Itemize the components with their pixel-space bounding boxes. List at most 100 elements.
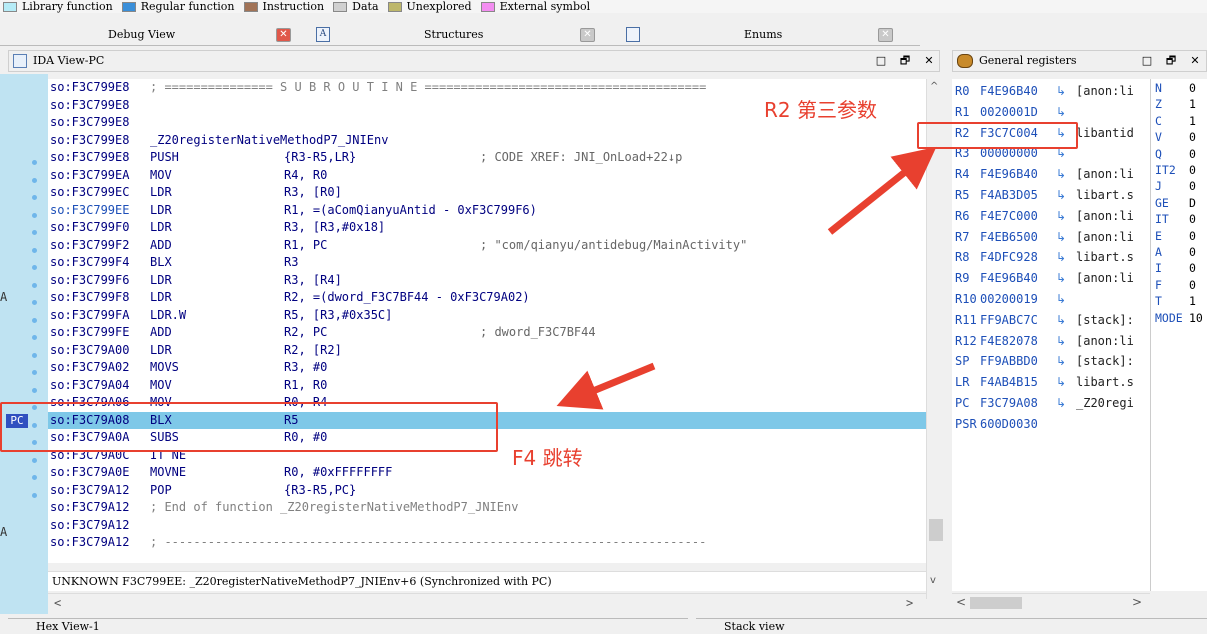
flag-row[interactable]: I0 [1151, 261, 1207, 277]
breakpoint-dot[interactable] [32, 317, 37, 323]
jump-arrow-icon[interactable]: ↳ [1056, 227, 1066, 248]
close-icon[interactable]: ✕ [580, 28, 595, 42]
jump-arrow-icon[interactable]: ↳ [1056, 81, 1066, 102]
tab-enums[interactable]: Enums ✕ [626, 24, 906, 46]
code-line[interactable]: so:F3C799F4 BLX R3 [48, 254, 926, 272]
tab-structures[interactable]: A Structures ✕ [316, 24, 606, 46]
jump-arrow-icon[interactable]: ↳ [1056, 393, 1066, 414]
scroll-left-icon[interactable]: < [54, 596, 61, 610]
code-line[interactable]: so:F3C79A12 POP {R3-R5,PC} [48, 482, 926, 500]
breakpoint-dot[interactable] [32, 387, 37, 393]
flag-row[interactable]: MODE 10 [1151, 311, 1207, 327]
register-row[interactable]: R8 F4DFC928 ↳ libart.s [952, 247, 1150, 268]
breakpoint-dot[interactable] [32, 247, 37, 253]
code-line[interactable]: so:F3C799EC LDR R3, [R0] [48, 184, 926, 202]
code-line[interactable]: so:F3C79A02 MOVS R3, #0 [48, 359, 926, 377]
jump-arrow-icon[interactable]: ↳ [1056, 247, 1066, 268]
float-icon[interactable]: 🗗 [897, 51, 913, 71]
code-line[interactable]: so:F3C799E8 PUSH {R3-R5,LR} ; CODE XREF: JN… [48, 149, 926, 167]
register-row[interactable]: R4 F4E96B40 ↳ [anon:li [952, 164, 1150, 185]
restore-icon[interactable]: □ [873, 51, 889, 71]
breakpoint-dot[interactable] [32, 160, 37, 165]
disassembly-listing[interactable]: so:F3C799E8 ; =============== S U B R O U… [48, 79, 926, 563]
code-line[interactable]: so:F3C799F2 ADD R1, PC ; "com/qianyu/antide… [48, 237, 926, 255]
flag-row[interactable]: GE D [1151, 196, 1207, 212]
register-row[interactable]: R11 FF9ABC7C ↳ [stack]: [952, 310, 1150, 331]
close-icon[interactable]: ✕ [1187, 51, 1203, 71]
breakpoint-dot[interactable] [32, 457, 37, 463]
scroll-right-icon[interactable]: > [1132, 595, 1142, 609]
jump-arrow-icon[interactable]: ↳ [1056, 331, 1066, 352]
register-row[interactable]: R1 0020001D ↳ [952, 102, 1150, 123]
flag-row[interactable]: E0 [1151, 229, 1207, 245]
flag-row[interactable]: IT2 0 [1151, 163, 1207, 179]
code-line[interactable]: so:F3C79A04 MOV R1, R0 [48, 377, 926, 395]
jump-arrow-icon[interactable]: ↳ [1056, 372, 1066, 393]
breakpoint-dot[interactable] [32, 282, 37, 288]
code-line[interactable]: so:F3C79A12 ; End of function _Z20registe… [48, 499, 926, 517]
flag-row[interactable]: V0 [1151, 130, 1207, 146]
close-icon[interactable]: ✕ [276, 28, 291, 42]
breakpoint-dot[interactable] [32, 475, 37, 480]
code-line[interactable]: so:F3C799F6 LDR R3, [R4] [48, 272, 926, 290]
register-row[interactable]: R6 F4E7C000 ↳ [anon:li [952, 206, 1150, 227]
code-line[interactable]: so:F3C79A12 ; ---------------------------… [48, 534, 926, 552]
jump-arrow-icon[interactable]: ↳ [1056, 102, 1066, 123]
vertical-scrollbar[interactable]: ^ v [926, 79, 944, 599]
breakpoint-dot[interactable] [32, 370, 37, 375]
stack-view-header[interactable]: Stack view [696, 618, 1207, 634]
registers-scrollbar[interactable]: < > [952, 593, 1150, 611]
register-row[interactable]: R9 F4E96B40 ↳ [anon:li [952, 268, 1150, 289]
register-row[interactable]: R10 00200019 ↳ [952, 289, 1150, 310]
scroll-up-icon[interactable]: ^ [930, 81, 938, 92]
scroll-down-icon[interactable]: v [930, 575, 936, 586]
register-row[interactable]: R12 F4E82078 ↳ [anon:li [952, 331, 1150, 352]
hex-view-header[interactable]: Hex View-1 [8, 618, 688, 634]
flag-row[interactable]: Z1 [1151, 97, 1207, 113]
flag-row[interactable]: IT 0 [1151, 212, 1207, 228]
code-line[interactable]: so:F3C79A0E MOVNE R0, #0xFFFFFFFF [48, 464, 926, 482]
jump-arrow-icon[interactable]: ↳ [1056, 268, 1066, 289]
flag-list[interactable]: N 0 Z 1 C 1 V 0 Q 0 IT2 0 J 0 GE D IT 0 E 0 A 0 I 0 F 0 T 1 MODE 10 [1150, 79, 1207, 591]
jump-arrow-icon[interactable]: ↳ [1056, 164, 1066, 185]
flag-row[interactable]: F0 [1151, 278, 1207, 294]
code-line[interactable]: so:F3C799E8 _Z20registerNativeMethodP7_JN… [48, 132, 926, 150]
jump-arrow-icon[interactable]: ↳ [1056, 351, 1066, 372]
code-line[interactable]: so:F3C799F8 LDR R2, =(dword_F3C7BF44 - 0xF… [48, 289, 926, 307]
scroll-left-icon[interactable]: < [956, 595, 966, 609]
code-line[interactable]: so:F3C799F0 LDR R3, [R3,#0x18] [48, 219, 926, 237]
tab-debug-view[interactable]: Debug View ✕ [0, 24, 300, 46]
register-row[interactable]: PSR 600D0030 [952, 414, 1150, 435]
code-line[interactable]: so:F3C799EA MOV R4, R0 [48, 167, 926, 185]
flag-row[interactable]: J0 [1151, 179, 1207, 195]
register-row[interactable]: R7 F4EB6500 ↳ [anon:li [952, 227, 1150, 248]
breakpoint-dot[interactable] [32, 212, 37, 218]
breakpoint-dot[interactable] [32, 265, 37, 270]
breakpoint-dot[interactable] [32, 492, 37, 498]
flag-row[interactable]: Q0 [1151, 147, 1207, 163]
breakpoint-dot[interactable] [32, 230, 37, 235]
flag-row[interactable]: N0 [1151, 81, 1207, 97]
code-line[interactable]: so:F3C799FA LDR.W R5, [R3,#0x35C] [48, 307, 926, 325]
register-row[interactable]: PC F3C79A08 ↳ _Z20regi [952, 393, 1150, 414]
jump-arrow-icon[interactable]: ↳ [1056, 206, 1066, 227]
register-list[interactable]: R0 F4E96B40 ↳ [anon:li R1 0020001D ↳ R2 F3C7C004… [952, 79, 1150, 591]
close-icon[interactable]: ✕ [921, 51, 937, 71]
jump-arrow-icon[interactable]: ↳ [1056, 289, 1066, 310]
breakpoint-dot[interactable] [32, 335, 37, 340]
scroll-right-icon[interactable]: > [906, 596, 913, 610]
register-row[interactable]: R5 F4AB3D05 ↳ libart.s [952, 185, 1150, 206]
scroll-thumb[interactable] [970, 597, 1022, 609]
horizontal-scrollbar[interactable]: < > [48, 593, 926, 611]
code-line[interactable]: so:F3C79A12 [48, 517, 926, 535]
code-line[interactable]: so:F3C799EE LDR R1, =(aComQianyuAntid - 0x… [48, 202, 926, 220]
restore-icon[interactable]: □ [1139, 51, 1155, 71]
register-row[interactable]: SP FF9ABBD0 ↳ [stack]: [952, 351, 1150, 372]
flag-row[interactable]: A0 [1151, 245, 1207, 261]
flag-row[interactable]: T1 [1151, 294, 1207, 310]
code-line[interactable]: so:F3C79A00 LDR R2, [R2] [48, 342, 926, 360]
jump-arrow-icon[interactable]: ↳ [1056, 185, 1066, 206]
breakpoint-dot[interactable] [32, 352, 37, 358]
float-icon[interactable]: 🗗 [1163, 51, 1179, 71]
code-line[interactable]: so:F3C799FE ADD R2, PC ; dword_F3C7BF44 [48, 324, 926, 342]
